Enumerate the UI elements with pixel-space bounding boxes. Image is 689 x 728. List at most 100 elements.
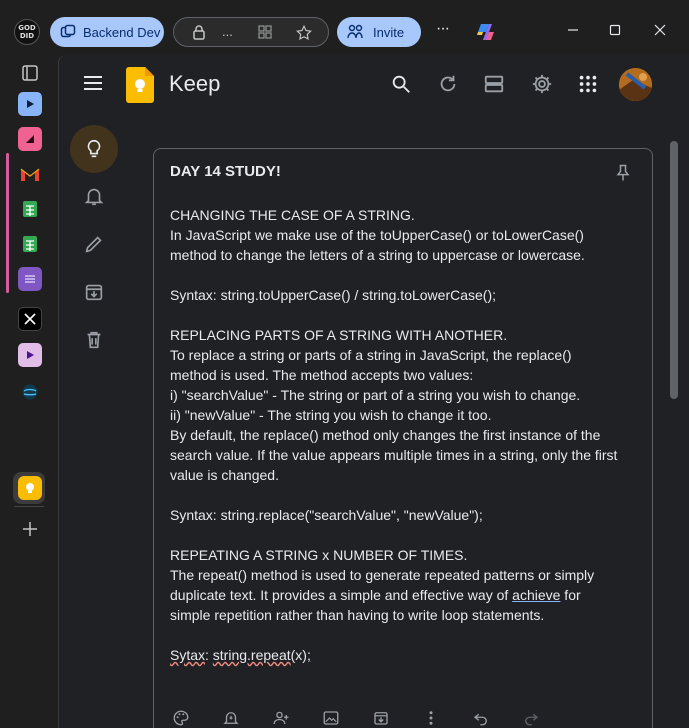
invite-button[interactable]: Invite — [337, 17, 421, 47]
note-line: method to change the letters of a string… — [170, 247, 585, 263]
palette-icon[interactable] — [172, 709, 190, 727]
maximize-icon[interactable] — [609, 24, 621, 36]
more-vert-icon[interactable] — [422, 709, 440, 727]
note-line: Syntax: string.replace("searchValue", "n… — [170, 507, 483, 523]
profile-label-bottom: DID — [19, 32, 35, 40]
note-line: To replace a string or parts of a string… — [170, 347, 572, 363]
note-line: value is changed. — [170, 467, 279, 483]
nav-archive[interactable] — [70, 268, 118, 316]
avatar-image — [619, 68, 652, 101]
archive-note-icon[interactable] — [372, 709, 390, 727]
note-line — [170, 265, 640, 285]
gmail-icon[interactable] — [18, 162, 42, 186]
sidebar-app-pink-2-icon[interactable] — [18, 343, 42, 367]
browser-titlebar: GOD DID Backend Dev ... Invite ··· — [0, 0, 689, 58]
remind-me-icon[interactable] — [222, 709, 240, 727]
invite-label: Invite — [373, 24, 405, 40]
add-image-icon[interactable] — [322, 709, 340, 727]
close-icon[interactable] — [654, 24, 666, 36]
more-icon[interactable]: ··· — [436, 20, 450, 38]
nav-edit-labels[interactable] — [70, 220, 118, 268]
pin-icon[interactable] — [613, 163, 633, 183]
keep-header: Keep — [59, 55, 689, 117]
bell-icon — [84, 188, 104, 206]
apps-icon[interactable] — [577, 73, 599, 95]
note-line: In JavaScript we make use of the toUpper… — [170, 227, 584, 243]
workspace-button[interactable]: Backend Dev — [50, 17, 164, 47]
grammar-flag: achieve — [512, 587, 561, 603]
profile-label-top: GOD — [18, 24, 36, 32]
note-title[interactable]: DAY 14 STUDY! — [170, 163, 281, 180]
note-editor[interactable]: DAY 14 STUDY! CHANGING THE CASE OF A STR… — [153, 148, 653, 728]
vertical-tabs-icon[interactable] — [18, 61, 42, 85]
keep-title: Keep — [169, 71, 221, 96]
address-ellipsis: ... — [222, 24, 233, 39]
undo-icon[interactable] — [472, 709, 490, 727]
note-line: duplicate text. It provides a simple and… — [170, 587, 581, 603]
search-icon[interactable] — [390, 73, 412, 95]
keep-sidebar-icon[interactable] — [18, 476, 42, 500]
note-line: method is used. The method accepts two v… — [170, 367, 474, 383]
note-line — [170, 625, 640, 645]
note-line: Syntax: string.toUpperCase() / string.to… — [170, 287, 497, 303]
x-icon[interactable] — [18, 307, 42, 331]
workspace-icon — [60, 24, 76, 38]
note-body[interactable]: CHANGING THE CASE OF A STRING. In JavaSc… — [170, 205, 640, 665]
keep-logo-icon — [126, 67, 154, 103]
keep-app: Keep DAY 14 STUDY! CHANGING THE CASE OF … — [58, 55, 689, 728]
menu-icon[interactable] — [83, 75, 103, 91]
workspace-label: Backend Dev — [83, 24, 161, 40]
sidebar-divider — [14, 506, 44, 507]
invite-people-icon — [347, 24, 363, 39]
pencil-icon — [85, 236, 102, 253]
note-text: : — [205, 647, 213, 663]
note-line: search value. If the value appears multi… — [170, 447, 618, 463]
browser-sidebar — [0, 58, 58, 728]
archive-icon — [85, 284, 103, 301]
lightbulb-icon — [87, 139, 101, 158]
note-line — [170, 525, 640, 545]
add-icon[interactable] — [18, 517, 42, 541]
note-text: (x) — [290, 647, 307, 663]
globe-icon[interactable] — [18, 380, 42, 404]
nav-notes[interactable] — [70, 125, 118, 173]
extensions-icon[interactable] — [257, 24, 273, 40]
note-line — [170, 305, 640, 325]
sidebar-app-purple-icon[interactable] — [18, 267, 42, 291]
list-view-icon[interactable] — [483, 73, 505, 95]
grammar-flag: ; — [306, 647, 311, 663]
sheets-icon-1[interactable] — [18, 197, 42, 221]
note-last-line: Sytax: string.repeat(x); — [170, 645, 640, 665]
misspelled-word: Sytax — [170, 647, 206, 663]
user-avatar[interactable] — [619, 68, 652, 101]
sidebar-group-bar — [6, 153, 9, 293]
nav-trash[interactable] — [70, 316, 118, 364]
note-line: REPLACING PARTS OF A STRING WITH ANOTHER… — [170, 327, 508, 343]
note-line: CHANGING THE CASE OF A STRING. — [170, 207, 415, 223]
refresh-icon[interactable] — [437, 73, 459, 95]
note-line: By default, the replace() method only ch… — [170, 427, 601, 443]
note-toolbar — [170, 709, 640, 728]
nav-reminders[interactable] — [70, 172, 118, 220]
note-line: ii) "newValue" - The string you wish to … — [170, 407, 492, 423]
note-line: The repeat() method is used to generate … — [170, 567, 595, 583]
page-scrollbar[interactable] — [670, 141, 678, 399]
settings-icon[interactable] — [531, 73, 553, 95]
collaborator-icon[interactable] — [272, 709, 290, 727]
profile-avatar[interactable]: GOD DID — [14, 19, 40, 45]
copilot-icon[interactable] — [475, 21, 497, 43]
address-pill[interactable]: ... — [173, 17, 329, 47]
star-icon[interactable] — [295, 24, 313, 42]
note-line: i) "searchValue" - The string or part of… — [170, 387, 581, 403]
sidebar-app-pink-icon[interactable] — [18, 127, 42, 151]
sheets-icon-2[interactable] — [18, 232, 42, 256]
note-line — [170, 485, 640, 505]
trash-icon — [87, 331, 101, 349]
redo-icon[interactable] — [522, 709, 540, 727]
lock-icon[interactable] — [191, 24, 207, 40]
note-line: REPEATING A STRING x NUMBER OF TIMES. — [170, 547, 468, 563]
misspelled-word: string.repeat — [212, 647, 291, 663]
note-line: simple repetition rather than having to … — [170, 607, 545, 623]
sidebar-app-blue-icon[interactable] — [18, 92, 42, 116]
minimize-icon[interactable] — [567, 24, 579, 36]
